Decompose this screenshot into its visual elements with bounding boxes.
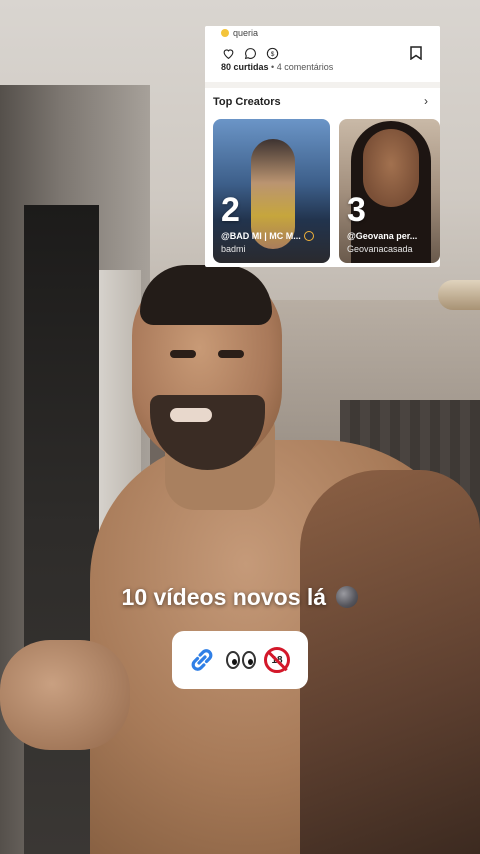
post-caption: queria [221, 28, 258, 38]
bookmark-icon[interactable] [410, 46, 422, 61]
creator-card[interactable]: 2 @BAD MI | MC M... badmi [213, 119, 330, 263]
stats-separator: • [271, 62, 275, 72]
post-stats: 80 curtidas • 4 comentários [221, 62, 333, 72]
chevron-right-icon[interactable]: › [424, 94, 428, 108]
emoji-icon [221, 29, 229, 37]
post-actions: $ [221, 46, 279, 60]
creator-username: badmi [221, 244, 246, 254]
comment-icon[interactable] [243, 46, 257, 60]
link-icon [186, 644, 218, 676]
story-overlay-text: 10 vídeos novos lá [0, 584, 480, 611]
top-creators-title: Top Creators [213, 96, 281, 108]
creator-username: Geovanacasada [347, 244, 413, 254]
eyes-icon [226, 651, 256, 669]
link-sticker[interactable]: 18 [172, 631, 308, 689]
likes-count: 80 curtidas [221, 62, 269, 72]
shared-post-card[interactable]: queria $ 80 curtidas • 4 comentários Top… [205, 26, 440, 267]
section-divider [205, 82, 440, 88]
caption-text: queria [233, 28, 259, 38]
creator-rank: 3 [347, 191, 366, 229]
verified-badge-icon [303, 231, 314, 241]
no-under-18-icon: 18 [264, 647, 290, 673]
creator-rank: 2 [221, 191, 240, 229]
new-moon-face-icon [336, 586, 359, 608]
overlay-text: 10 vídeos novos lá [121, 584, 327, 610]
dollar-icon[interactable]: $ [265, 46, 279, 60]
creator-handle: @Geovana per... [347, 231, 418, 241]
comments-count[interactable]: 4 comentários [277, 62, 334, 72]
svg-text:$: $ [270, 50, 274, 57]
creator-handle: @BAD MI | MC M... [221, 231, 325, 241]
creator-card[interactable]: 3 @Geovana per... Geovanacasada [339, 119, 440, 263]
heart-icon[interactable] [221, 46, 235, 60]
